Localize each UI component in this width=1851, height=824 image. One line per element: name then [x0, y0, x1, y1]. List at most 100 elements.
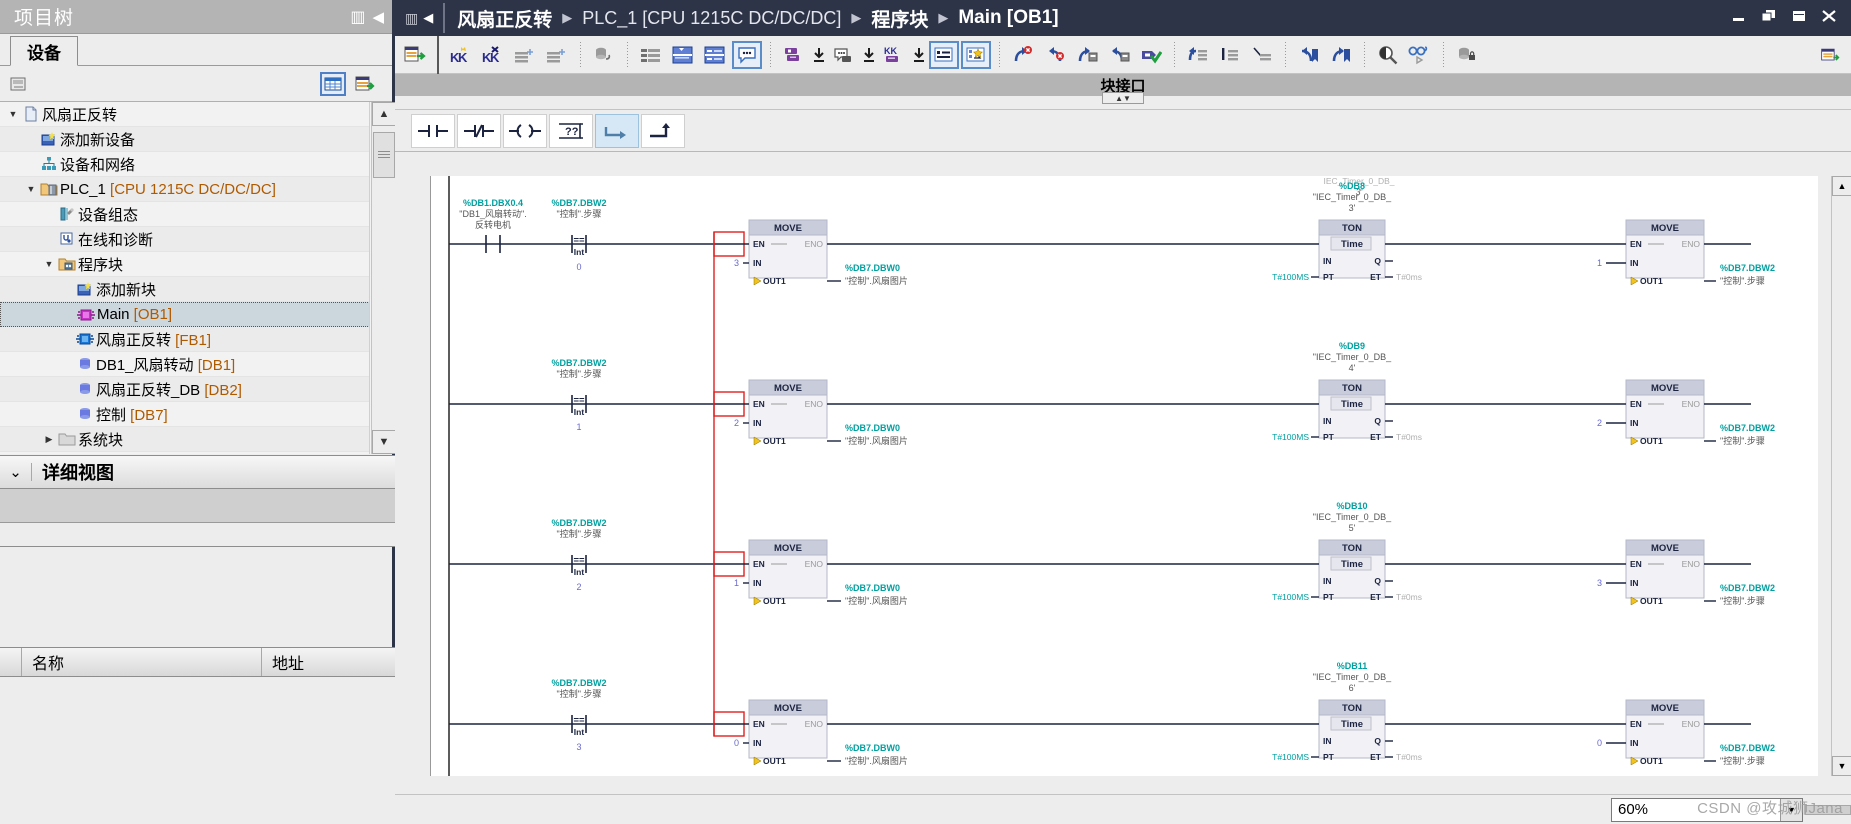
project-tree-scrollbar[interactable]: ▲ ▼	[371, 102, 395, 454]
back-arrow-icon[interactable]: ◀	[423, 10, 433, 26]
nc-contact-button[interactable]	[457, 113, 501, 148]
resize-handle-icon[interactable]: ▲▼	[1102, 92, 1144, 104]
go-back-error-icon[interactable]	[1040, 41, 1070, 69]
layout-favorites-icon[interactable]	[961, 40, 991, 69]
export-table-icon[interactable]	[352, 72, 378, 96]
move-block-left[interactable]: MOVE EN ENO IN 2 OUT1 %DB7.DBW0 "控制".风扇图片	[734, 379, 908, 446]
restore-icon[interactable]	[1761, 9, 1777, 27]
ladder-rung-2[interactable]: %DB7.DBW2"控制".步骤==Int2 MOVEEN ENOIN1OUT1%D…	[449, 501, 1775, 606]
forward-block-icon[interactable]	[1072, 41, 1102, 69]
ton-timer-block[interactable]: %DB8"IEC_Timer_0_DB_3' TON Time IN Q PT ET T#10…	[1272, 181, 1422, 282]
scroll-up-button[interactable]: ▲	[372, 102, 395, 126]
contact-1[interactable]: %DB7.DBW2"控制".步骤 ==Int 0	[551, 198, 606, 272]
expander-collapse-icon[interactable]: ▼	[24, 184, 38, 194]
download-start-icon[interactable]	[811, 41, 827, 69]
chevron-down-icon[interactable]: ⌄	[0, 463, 32, 481]
table-view-icon[interactable]	[320, 71, 346, 96]
move-block-left[interactable]: MOVE EN ENO IN 0 OUT1 %DB7.DBW0 "控制".风扇图片	[734, 699, 908, 766]
show-absolute-icon[interactable]	[636, 41, 666, 69]
tree-item-8[interactable]: Main [OB1]	[0, 302, 370, 327]
monitor-glasses-icon[interactable]	[1405, 41, 1435, 69]
detail-view-header[interactable]: ⌄ 详细视图	[0, 455, 395, 489]
collapse-networks-icon[interactable]	[510, 41, 540, 69]
collapse-left-icon[interactable]: ◀	[372, 8, 384, 26]
block-interface-bar[interactable]: 块接口 ▲▼	[395, 74, 1851, 104]
ladder-diagram[interactable]: IEC_Timer_0_DB_3'%DB1.DBX0.4"DB1_风扇转动".反…	[431, 176, 1799, 776]
breadcrumb-item-project[interactable]: 风扇正反转	[457, 5, 552, 32]
maximize-icon[interactable]	[1791, 9, 1807, 27]
comments-icon[interactable]	[732, 40, 762, 69]
column-header-address[interactable]: 地址	[262, 650, 395, 674]
scroll-down-button[interactable]: ▼	[372, 430, 395, 454]
move-block-left[interactable]: MOVE EN ENO IN 3 OUT1 %DB7.DBW0 "控制".风扇图片	[734, 219, 908, 286]
ton-timer-block[interactable]: %DB9"IEC_Timer_0_DB_4' TON Time IN Q PT ET T#10…	[1272, 341, 1422, 442]
ladder-code-area[interactable]: IEC_Timer_0_DB_ 3' %DB1.DBX0.4 "DB1_风扇转动". 反…	[430, 176, 1818, 776]
db-lock-icon[interactable]	[1452, 41, 1482, 69]
ladder-rung-0[interactable]: %DB1.DBX0.4"DB1_风扇转动".反转电机%DB7.DBW2"控制".…	[449, 181, 1775, 286]
grip-icon[interactable]: ▥	[405, 10, 418, 27]
expand-networks-icon[interactable]	[542, 41, 572, 69]
coil-button[interactable]	[503, 113, 547, 148]
expander-expand-icon[interactable]: ▶	[42, 434, 56, 445]
move-block-right[interactable]: MOVE EN ENO IN 0 OUT1 %DB7.DBW2 "控制".步骤	[1597, 699, 1775, 766]
bookmark-prev-icon[interactable]	[1294, 41, 1324, 69]
move-block-right[interactable]: MOVE EN ENO IN 3 OUT1 %DB7.DBW2 "控制".步骤	[1597, 539, 1775, 606]
layout-list-icon[interactable]	[929, 40, 959, 69]
canvas-scroll-up[interactable]: ▲	[1832, 176, 1851, 196]
db-snapshot-icon[interactable]	[589, 41, 619, 69]
chevron-down-icon[interactable]: ▼	[1780, 798, 1802, 821]
canvas-vertical-scrollbar[interactable]: ▲ ▼	[1831, 176, 1851, 776]
tree-item-7[interactable]: 添加新块	[0, 277, 370, 302]
contact-0[interactable]: %DB7.DBW2"控制".步骤 ==Int 2	[551, 518, 606, 592]
tree-item-2[interactable]: 设备和网络	[0, 152, 370, 177]
scroll-thumb[interactable]	[373, 132, 395, 178]
monitor-start-icon[interactable]	[911, 41, 927, 69]
breadcrumb-item-blocks[interactable]: 程序块	[871, 5, 928, 32]
ton-timer-block[interactable]: %DB10"IEC_Timer_0_DB_5' TON Time IN Q PT ET T#1…	[1272, 501, 1422, 602]
close-icon[interactable]	[1821, 9, 1837, 27]
snapshot-table-icon[interactable]	[400, 41, 430, 69]
open-branch-button[interactable]	[595, 113, 639, 148]
show-both-icon[interactable]	[700, 41, 730, 69]
ladder-rung-1[interactable]: %DB7.DBW2"控制".步骤==Int1 MOVEEN ENOIN2OUT1%D…	[449, 341, 1775, 446]
monitor-sync-icon[interactable]: KK	[879, 41, 909, 69]
expander-collapse-icon[interactable]: ▼	[42, 259, 56, 269]
tree-item-10[interactable]: DB1_风扇转动 [DB1]	[0, 352, 370, 377]
tree-item-5[interactable]: 在线和诊断	[0, 227, 370, 252]
go-forward-error-icon[interactable]	[1008, 41, 1038, 69]
tree-item-13[interactable]: ▶ 系统块	[0, 427, 370, 452]
tree-item-1[interactable]: 添加新设备	[0, 127, 370, 152]
tree-item-12[interactable]: 控制 [DB7]	[0, 402, 370, 427]
columns-icon[interactable]: ▥	[350, 7, 365, 27]
zoom-level-combobox[interactable]: 60% ▼	[1611, 797, 1803, 822]
canvas-horizontal-scrollbar[interactable]	[1805, 804, 1851, 815]
tree-item-9[interactable]: 风扇正反转 [FB1]	[0, 327, 370, 352]
align-left-icon[interactable]	[1215, 41, 1245, 69]
align-cut-icon[interactable]	[1247, 41, 1277, 69]
upload-start-icon[interactable]	[861, 41, 877, 69]
canvas-scroll-down[interactable]: ▼	[1832, 756, 1851, 776]
insert-network-icon[interactable]: K K	[446, 41, 476, 69]
snapshot-icon[interactable]	[6, 72, 32, 96]
empty-box-button[interactable]: ??	[549, 113, 593, 148]
zoom-contrast-icon[interactable]	[1373, 41, 1403, 69]
open-editor-icon[interactable]	[1820, 41, 1850, 69]
minimize-icon[interactable]	[1731, 9, 1747, 27]
tree-item-11[interactable]: 风扇正反转_DB [DB2]	[0, 377, 370, 402]
ladder-rung-3[interactable]: %DB7.DBW2"控制".步骤==Int3 MOVEEN ENOIN0OUT1%D…	[449, 661, 1775, 766]
bookmark-next-icon[interactable]	[1326, 41, 1356, 69]
delete-network-icon[interactable]: K K	[478, 41, 508, 69]
breadcrumb-item-plc[interactable]: PLC_1 [CPU 1215C DC/DC/DC]	[582, 8, 841, 29]
breadcrumb-item-main[interactable]: Main [OB1]	[958, 7, 1058, 29]
contact-0[interactable]: %DB7.DBW2"控制".步骤 ==Int 3	[551, 678, 606, 752]
tree-item-6[interactable]: ▼ 程序块	[0, 252, 370, 277]
contact-0[interactable]: %DB7.DBW2"控制".步骤 ==Int 1	[551, 358, 606, 432]
move-block-right[interactable]: MOVE EN ENO IN 2 OUT1 %DB7.DBW2 "控制".步骤	[1597, 379, 1775, 446]
tree-item-3[interactable]: ▼ PLC_1 [CPU 1215C DC/DC/DC]	[0, 177, 370, 202]
back-block-icon[interactable]	[1104, 41, 1134, 69]
expander-collapse-icon[interactable]: ▼	[6, 109, 20, 119]
move-block-right[interactable]: MOVE EN ENO IN 1 OUT1 %DB7.DBW2 "控制".步骤	[1597, 219, 1775, 286]
compile-ok-icon[interactable]	[1136, 41, 1166, 69]
tab-devices[interactable]: 设备	[10, 36, 78, 66]
move-block-left[interactable]: MOVE EN ENO IN 1 OUT1 %DB7.DBW0 "控制".风扇图片	[734, 539, 908, 606]
